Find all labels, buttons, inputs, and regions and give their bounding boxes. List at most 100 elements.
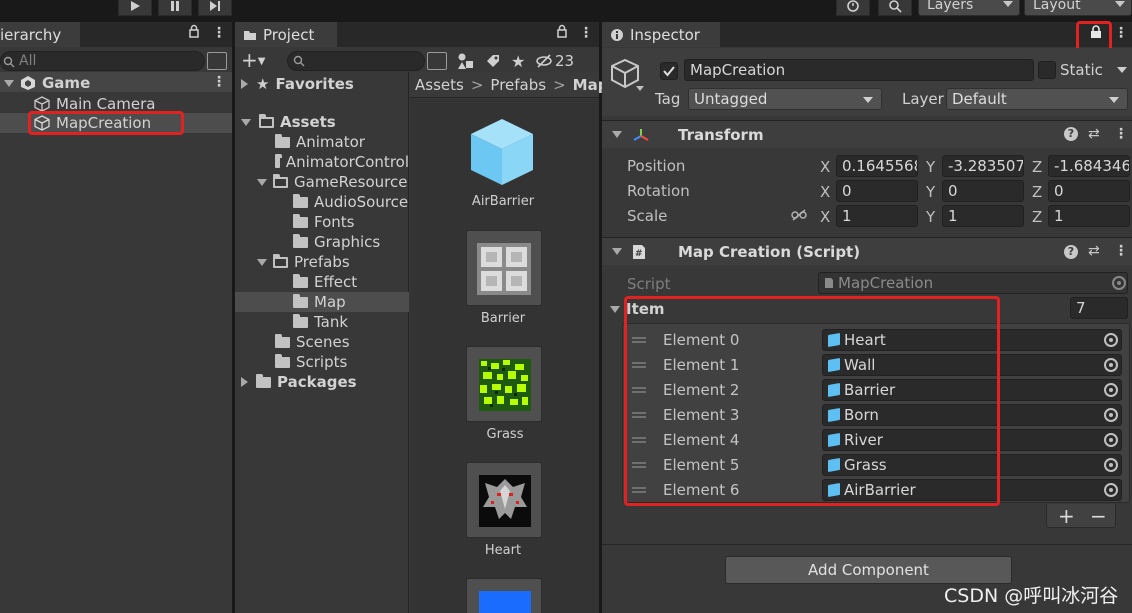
search-by-type-icon[interactable]: [207, 52, 227, 70]
object-picker-icon[interactable]: [1104, 408, 1118, 422]
breadcrumb-content: Assets > Prefabs > Map: [415, 74, 608, 96]
remove-element-button[interactable]: −: [1090, 504, 1107, 528]
tree-item-assets[interactable]: Assets: [241, 112, 336, 132]
position-y-field[interactable]: -3.283507: [942, 155, 1024, 177]
static-dropdown-arrow[interactable]: [1117, 67, 1127, 73]
breadcrumb-item[interactable]: Prefabs: [490, 76, 546, 94]
rotation-x-field[interactable]: 0: [836, 180, 918, 202]
object-picker-icon[interactable]: [1104, 433, 1118, 447]
script-component-title: Map Creation (Script): [678, 242, 861, 261]
tree-item-tank[interactable]: Tank: [293, 312, 348, 332]
tree-item-fonts[interactable]: Fonts: [293, 212, 354, 232]
hidden-packages-toggle[interactable]: 23: [535, 51, 574, 71]
rotation-z-field[interactable]: 0: [1048, 180, 1130, 202]
value: -3.283507: [948, 157, 1024, 175]
rotation-label: Rotation: [627, 181, 690, 201]
scene-row-content: Game: [4, 74, 90, 92]
gameobject-cube-icon: [34, 96, 50, 112]
static-checkbox[interactable]: [1038, 61, 1056, 79]
asset-airbarrier-thumb[interactable]: [467, 116, 537, 192]
component-more-icon[interactable]: ⋮: [1114, 243, 1128, 259]
lock-icon[interactable]: [556, 24, 568, 42]
active-checkbox[interactable]: [660, 62, 678, 80]
scene-more-icon[interactable]: ⋮: [212, 74, 226, 90]
create-button[interactable]: +▼: [241, 50, 275, 71]
more-icon[interactable]: ⋮: [212, 25, 226, 41]
tab-project[interactable]: Project: [235, 22, 337, 47]
lock-icon[interactable]: [188, 24, 200, 42]
z-axis-label: Z: [1032, 183, 1043, 201]
item-size-field[interactable]: 7: [1070, 297, 1128, 319]
scale-label: Scale: [627, 206, 667, 226]
preset-icon[interactable]: ⇄: [1088, 243, 1100, 259]
more-icon[interactable]: ⋮: [579, 25, 593, 41]
asset-grass-thumb[interactable]: [466, 346, 542, 422]
more-icon[interactable]: ⋮: [1114, 25, 1128, 41]
asset-heart-thumb[interactable]: [466, 462, 542, 538]
add-component-button[interactable]: Add Component: [725, 556, 1012, 584]
search-by-type-icon[interactable]: [427, 52, 447, 70]
object-picker-icon[interactable]: [1104, 333, 1118, 347]
layout-dropdown[interactable]: Layout: [1024, 0, 1132, 16]
tree-item-favorites[interactable]: ★ Favorites: [241, 74, 354, 94]
tree-item-audiosource[interactable]: AudioSource: [293, 192, 408, 212]
component-more-icon[interactable]: ⋮: [1114, 126, 1128, 142]
tree-item-scripts[interactable]: Scripts: [275, 352, 347, 372]
help-icon[interactable]: ?: [1064, 127, 1078, 141]
chevron-down-icon: [4, 79, 14, 87]
scale-x-field[interactable]: 1: [836, 205, 918, 227]
static-text: Static: [1060, 61, 1103, 79]
object-picker-icon[interactable]: [1104, 383, 1118, 397]
tree-item-animatorcontrol[interactable]: AnimatorControl: [275, 152, 409, 172]
chevron-right-icon: [241, 377, 248, 387]
object-name: MapCreation: [690, 61, 786, 79]
tag-dropdown[interactable]: Untagged: [688, 88, 882, 110]
tree-item-prefabs[interactable]: Prefabs: [257, 252, 350, 272]
play-button[interactable]: [118, 0, 152, 16]
folder-open-icon: [259, 113, 274, 128]
position-x-field[interactable]: 0.1645568: [836, 155, 918, 177]
preset-icon[interactable]: ⇄: [1088, 126, 1100, 142]
scale-y-field[interactable]: 1: [942, 205, 1024, 227]
add-element-button[interactable]: +: [1058, 504, 1075, 528]
step-button[interactable]: [198, 0, 232, 16]
constrain-proportions-icon[interactable]: [791, 208, 807, 226]
object-picker-icon[interactable]: [1104, 458, 1118, 472]
tree-item-animator[interactable]: Animator: [275, 132, 365, 152]
project-search-input[interactable]: [287, 51, 425, 71]
filter-by-type-icon[interactable]: [457, 52, 475, 74]
layer-dropdown[interactable]: Default: [946, 88, 1128, 110]
filter-by-label-icon[interactable]: [485, 53, 501, 73]
script-component-header[interactable]: # Map Creation (Script): [602, 237, 1132, 265]
breadcrumb-item[interactable]: Assets: [415, 76, 464, 94]
tree-item-map[interactable]: Map: [293, 292, 346, 312]
asset-label: AirBarrier: [471, 194, 535, 209]
pause-button[interactable]: [158, 0, 192, 16]
chevron-right-icon: [241, 79, 248, 89]
tree-item-gameresource[interactable]: GameResource: [257, 172, 407, 192]
rotation-y-field[interactable]: 0: [942, 180, 1024, 202]
chevron-down-icon: [257, 258, 267, 266]
tab-inspector[interactable]: Inspector: [602, 22, 720, 47]
asset-river-thumb[interactable]: [466, 578, 542, 613]
transform-header[interactable]: Transform: [602, 120, 1132, 148]
favorite-star-icon[interactable]: ★: [511, 52, 525, 71]
hierarchy-search-input[interactable]: All: [0, 51, 205, 71]
tree-item-graphics[interactable]: Graphics: [293, 232, 380, 252]
history-button[interactable]: [836, 0, 870, 16]
help-icon[interactable]: ?: [1064, 245, 1078, 259]
search-button[interactable]: [878, 0, 912, 16]
position-z-field[interactable]: -1.684346: [1048, 155, 1130, 177]
object-picker-icon[interactable]: [1104, 358, 1118, 372]
scale-z-field[interactable]: 1: [1048, 205, 1130, 227]
tree-item-scenes[interactable]: Scenes: [275, 332, 350, 352]
script-file-icon: [825, 278, 833, 288]
asset-barrier-thumb[interactable]: [466, 230, 542, 306]
object-name-field[interactable]: MapCreation: [684, 59, 1034, 81]
tab-hierarchy[interactable]: ierarchy: [0, 22, 80, 47]
tree-item-packages[interactable]: Packages: [241, 372, 357, 392]
icon-dropdown-arrow[interactable]: [636, 86, 644, 91]
layers-dropdown[interactable]: Layers: [918, 0, 1020, 16]
object-picker-icon[interactable]: [1104, 483, 1118, 497]
tree-item-effect[interactable]: Effect: [293, 272, 357, 292]
